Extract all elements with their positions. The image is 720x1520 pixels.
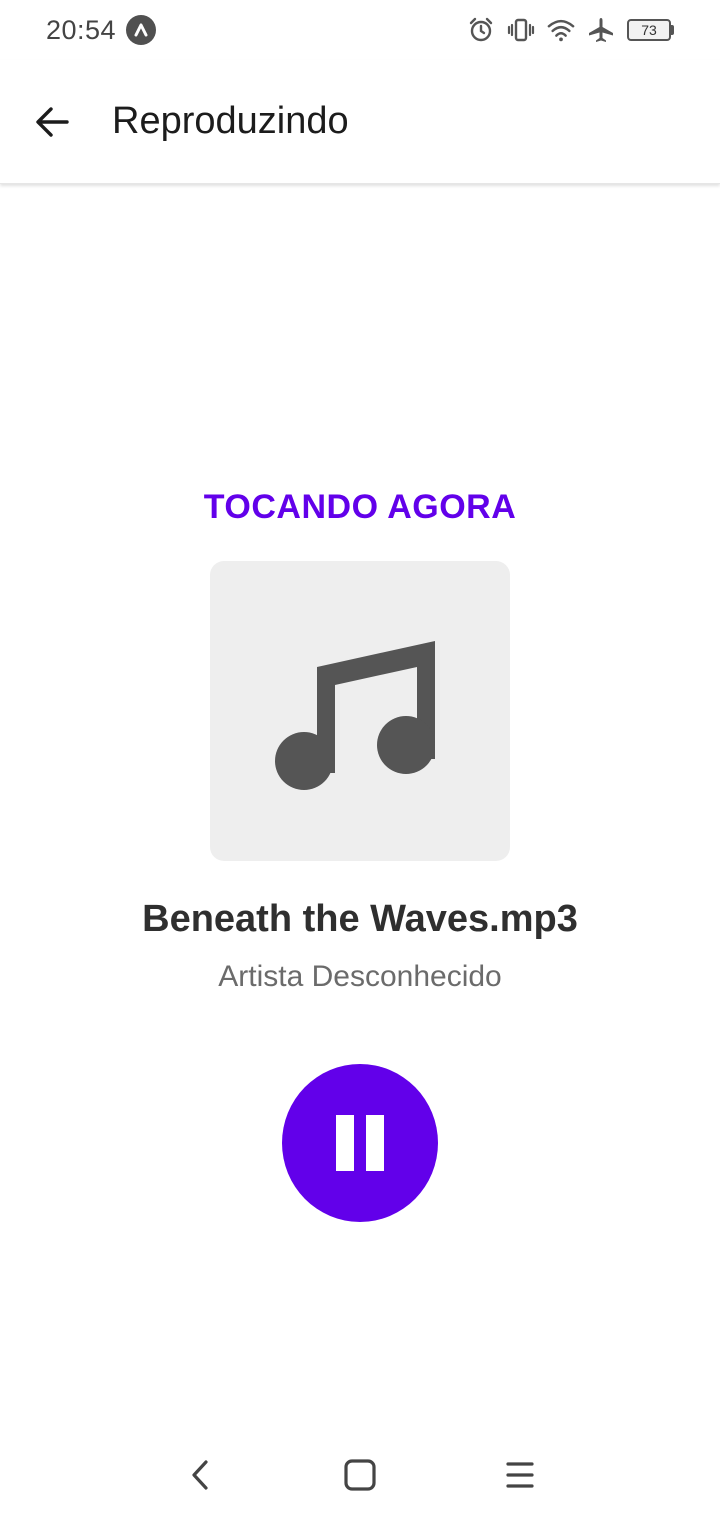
album-art <box>210 561 510 861</box>
track-title: Beneath the Waves.mp3 <box>142 898 578 940</box>
pause-bar-right <box>366 1115 384 1171</box>
status-bar: 20:54 73 <box>0 0 720 60</box>
nav-back-icon <box>192 1460 208 1490</box>
nav-home-icon <box>344 1459 376 1491</box>
page-title: Reproduzindo <box>112 100 349 142</box>
battery-icon: 73 <box>627 19 674 41</box>
airplane-mode-icon <box>587 16 615 44</box>
alarm-icon <box>467 16 495 44</box>
back-button[interactable] <box>20 90 84 154</box>
pause-bar-left <box>336 1115 354 1171</box>
nav-home-button[interactable] <box>330 1445 390 1505</box>
battery-tip <box>671 25 674 35</box>
status-time: 20:54 <box>46 14 117 45</box>
status-right: 73 <box>467 16 674 44</box>
vibrate-icon <box>507 16 535 44</box>
music-note-icon <box>275 641 435 790</box>
pause-button[interactable] <box>282 1064 438 1222</box>
battery-level: 73 <box>627 19 671 41</box>
nav-back-button[interactable] <box>170 1445 230 1505</box>
now-playing-label: TOCANDO AGORA <box>203 488 517 526</box>
system-nav-bar <box>0 1430 720 1520</box>
nav-menu-icon <box>506 1462 534 1488</box>
status-left: 20:54 <box>46 14 157 46</box>
track-artist: Artista Desconhecido <box>218 960 502 993</box>
app-notification-icon <box>126 15 157 45</box>
pause-icon <box>336 1115 384 1171</box>
wifi-icon <box>547 16 575 44</box>
app-bar: Reproduzindo <box>0 60 720 184</box>
arrow-back-icon <box>36 106 69 137</box>
nav-menu-button[interactable] <box>490 1445 550 1505</box>
now-playing-screen: 20:54 73 Reproduzindo TOCANDO AGORA Bene… <box>0 0 720 1520</box>
